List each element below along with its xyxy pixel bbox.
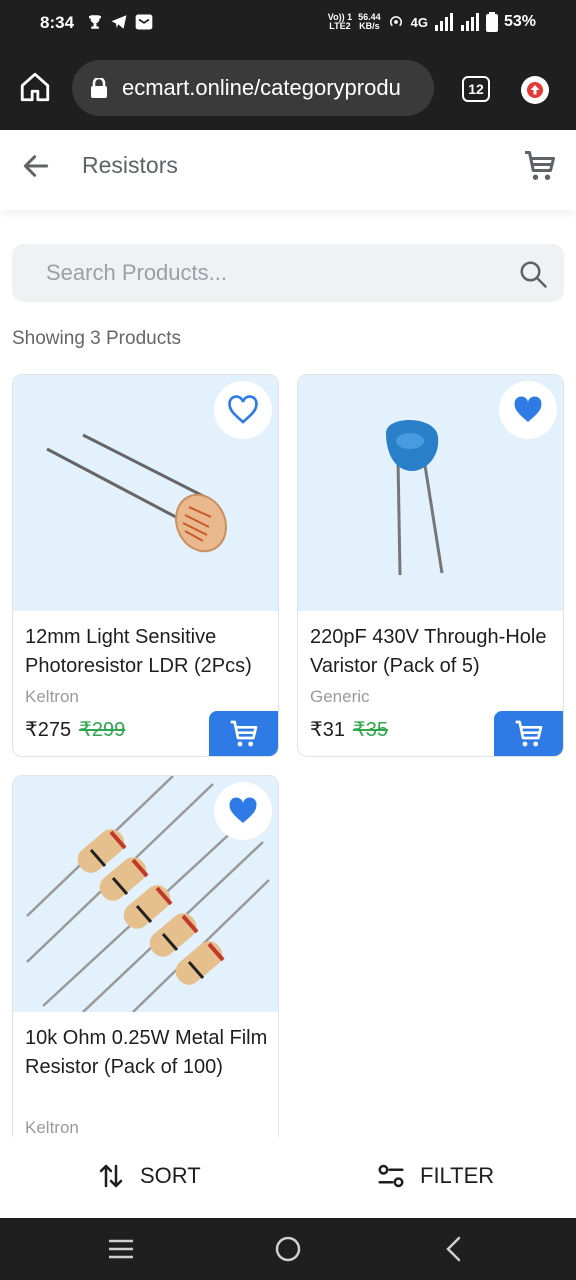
filter-label: FILTER xyxy=(420,1163,495,1188)
mail-icon xyxy=(135,14,153,30)
trophy-icon xyxy=(89,15,101,29)
cart-icon xyxy=(230,720,258,747)
sale-price: ₹275 xyxy=(25,719,72,741)
network-type: 4G xyxy=(410,14,428,30)
sort-label: SORT xyxy=(140,1163,201,1188)
back-arrow-icon[interactable] xyxy=(20,150,52,182)
page-title: Resistors xyxy=(82,152,178,178)
product-brand: Keltron xyxy=(25,1118,79,1137)
battery-icon xyxy=(485,12,498,32)
recent-apps-icon[interactable] xyxy=(106,1237,136,1261)
status-indicators: Vo)) 1 LTE2 56.44 KB/s 4G 53% xyxy=(328,12,536,32)
product-price: ₹275 ₹299 xyxy=(25,717,125,742)
hotspot-icon xyxy=(389,16,402,27)
arrow-up-icon xyxy=(527,82,543,98)
update-button[interactable] xyxy=(521,76,549,104)
sort-filter-bar: SORT FILTER xyxy=(0,1137,576,1218)
sort-button[interactable]: SORT xyxy=(96,1161,201,1191)
results-summary: Showing 3 Products xyxy=(12,328,181,349)
product-name[interactable]: 220pF 430V Through-Hole Varistor (Pack o… xyxy=(310,623,556,681)
favorite-button[interactable] xyxy=(214,782,272,840)
cart-icon[interactable] xyxy=(522,148,558,184)
back-icon[interactable] xyxy=(442,1236,466,1262)
volte-indicator: Vo)) 1 LTE2 xyxy=(327,12,353,31)
status-time: 8:34 xyxy=(40,13,75,32)
signal-icon xyxy=(460,13,479,31)
add-to-cart-button[interactable] xyxy=(209,711,278,756)
data-speed: 56.44 KB/s xyxy=(358,12,381,31)
sort-icon xyxy=(99,1164,123,1188)
telegram-icon xyxy=(111,15,127,29)
product-name[interactable]: 10k Ohm 0.25W Metal Film Resistor (Pack … xyxy=(25,1024,271,1082)
address-bar[interactable]: ecmart.online/categoryprodu xyxy=(72,60,434,116)
search-box xyxy=(12,244,564,302)
system-nav-bar xyxy=(0,1218,576,1280)
filter-icon xyxy=(378,1164,404,1188)
favorite-button[interactable] xyxy=(499,381,557,439)
status-bar: 8:34 Vo)) 1 LTE2 56.44 KB/s 4G 53% xyxy=(0,0,576,48)
search-input[interactable] xyxy=(46,258,486,288)
filter-button[interactable]: FILTER xyxy=(376,1161,494,1191)
cart-icon xyxy=(515,720,543,747)
add-to-cart-button[interactable] xyxy=(494,711,563,756)
battery-level: 53% xyxy=(503,13,536,30)
sale-price: ₹31 xyxy=(310,719,345,741)
favorite-button[interactable] xyxy=(214,381,272,439)
lock-icon xyxy=(91,78,107,98)
home-circle-icon[interactable] xyxy=(274,1235,302,1263)
product-name[interactable]: 12mm Light Sensitive Photoresistor LDR (… xyxy=(25,623,271,681)
product-card[interactable]: 12mm Light Sensitive Photoresistor LDR (… xyxy=(12,374,279,757)
original-price: ₹299 xyxy=(79,719,126,741)
heart-filled-icon xyxy=(514,396,542,422)
heart-filled-icon xyxy=(229,797,257,823)
notification-icons xyxy=(86,12,154,32)
product-brand: Keltron xyxy=(25,687,79,706)
home-icon[interactable] xyxy=(18,70,52,104)
tab-switcher-button[interactable]: 12 xyxy=(462,76,490,102)
browser-toolbar: ecmart.online/categoryprodu 12 xyxy=(0,48,576,130)
product-card[interactable]: 10k Ohm 0.25W Metal Film Resistor (Pack … xyxy=(12,775,279,1155)
search-icon[interactable] xyxy=(518,259,548,289)
product-price: ₹31 ₹35 xyxy=(310,717,388,742)
heart-outline-icon xyxy=(228,395,258,424)
app-header: Resistors xyxy=(0,130,576,210)
product-card[interactable]: 220pF 430V Through-Hole Varistor (Pack o… xyxy=(297,374,564,757)
signal-icon xyxy=(434,13,453,31)
url-text: ecmart.online/categoryprodu xyxy=(122,75,401,100)
original-price: ₹35 xyxy=(352,719,388,741)
product-brand: Generic xyxy=(310,687,370,706)
